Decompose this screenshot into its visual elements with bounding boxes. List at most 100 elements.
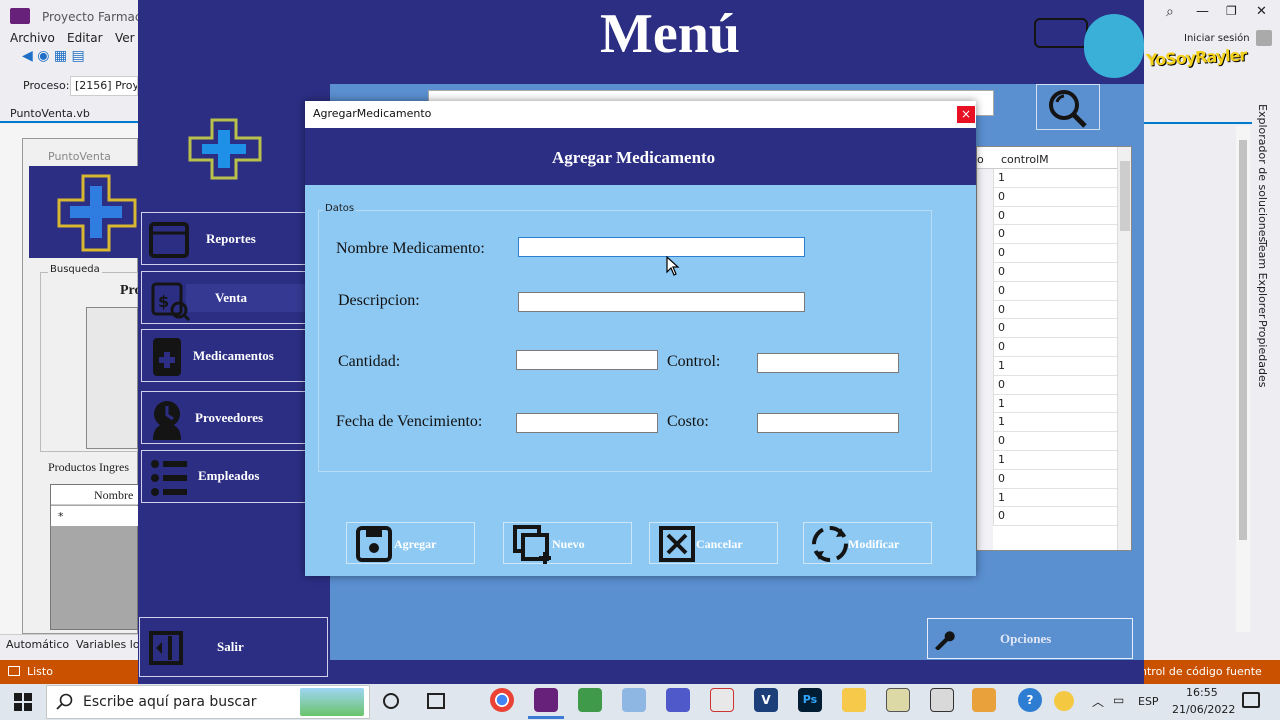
process-label: Proceso:: [23, 79, 70, 92]
grid-cell[interactable]: 0: [994, 282, 1117, 301]
control-field[interactable]: [757, 353, 899, 373]
vs-menu-archivo[interactable]: Archivo: [10, 31, 55, 45]
grid-scroll-thumb[interactable]: [1120, 161, 1130, 231]
app-icon[interactable]: [578, 688, 602, 712]
grid-cell[interactable]: 0: [994, 507, 1117, 527]
grid-cell[interactable]: 1: [994, 395, 1117, 414]
app-icon[interactable]: [710, 688, 734, 712]
app-icon[interactable]: [622, 688, 646, 712]
nombre-medicamento-field[interactable]: [518, 237, 805, 257]
data-grid[interactable]: o controlM 1000000000101101010: [976, 146, 1132, 551]
sale-icon: $: [151, 282, 191, 322]
app-icon[interactable]: [972, 688, 996, 712]
clock-time[interactable]: 16:55: [1186, 686, 1218, 699]
cortana-icon[interactable]: [383, 693, 399, 709]
restore-icon[interactable]: ❐: [1226, 4, 1237, 18]
user-icon[interactable]: [1256, 30, 1272, 46]
file-tab-underline: [0, 121, 138, 123]
cantidad-field[interactable]: [516, 350, 658, 370]
dialog-window-title: AgregarMedicamento: [313, 107, 432, 120]
task-view-icon[interactable]: [427, 693, 445, 709]
costo-label: Costo:: [667, 413, 709, 430]
grid-cell[interactable]: 1: [994, 451, 1117, 470]
descripcion-field[interactable]: [518, 292, 805, 312]
grid-cell[interactable]: 1: [994, 357, 1117, 376]
grid-cell[interactable]: 1: [994, 169, 1117, 188]
tab-variables-locales[interactable]: Variables loc: [76, 638, 138, 651]
grid-cell[interactable]: 0: [994, 432, 1117, 451]
grid-header-row: o controlM: [977, 147, 1131, 169]
help-icon[interactable]: ?: [1018, 688, 1042, 712]
app-icon[interactable]: [886, 688, 910, 712]
tray-chevron-icon[interactable]: ︿: [1092, 693, 1104, 710]
properties-tab[interactable]: Propiedades: [1256, 320, 1269, 387]
cancelar-label: Cancelar: [696, 537, 743, 551]
grid-col-header[interactable]: o: [977, 153, 984, 166]
grid-col-header[interactable]: controlM: [1001, 153, 1049, 166]
employees-icon: [151, 460, 187, 496]
grid-cell[interactable]: 0: [994, 376, 1117, 395]
menu-title: Menú: [600, 3, 740, 65]
weather-icon[interactable]: [1054, 691, 1074, 711]
options-label: Opciones: [1000, 631, 1052, 646]
app-logo-cross-icon: [188, 118, 262, 180]
tray-icon[interactable]: ▭: [1113, 693, 1124, 707]
grid-cell[interactable]: 0: [994, 470, 1117, 489]
tab-automatico[interactable]: Automático: [6, 638, 69, 651]
datos-group-label: Datos: [323, 203, 357, 214]
file-tab[interactable]: PuntoVenta.vb: [10, 107, 90, 120]
search-highlight-icon: [300, 688, 364, 716]
grid-scrollbar[interactable]: [1117, 147, 1131, 550]
sidebar-item-label: Empleados: [198, 468, 260, 483]
vs-menu-editar[interactable]: Editar: [67, 31, 103, 45]
taskbar-search-icon: [56, 693, 73, 710]
vs-logo-icon: [10, 8, 30, 24]
fecha-vencimiento-field[interactable]: [516, 413, 658, 433]
grid-cell[interactable]: 0: [994, 207, 1117, 226]
save-icon: [356, 526, 392, 562]
dialog-header: Agregar Medicamento: [552, 148, 716, 167]
search-icon[interactable]: ⌕: [1166, 4, 1174, 20]
grid-cell[interactable]: 0: [994, 225, 1117, 245]
team-explorer-tab[interactable]: Team Explorer: [1256, 240, 1269, 318]
clock-date[interactable]: 21/06/2022: [1172, 703, 1235, 716]
file-explorer-icon[interactable]: [842, 688, 866, 712]
grid-cell[interactable]: 0: [994, 263, 1117, 282]
designer-productos: Productos Ingres: [48, 460, 129, 474]
vs-menu-ver[interactable]: Ver: [115, 31, 135, 45]
grid-cell[interactable]: 1: [994, 489, 1117, 508]
hamburger-button[interactable]: [1034, 18, 1088, 48]
sign-in[interactable]: Iniciar sesión: [1184, 33, 1250, 44]
minimize-icon[interactable]: —: [1196, 4, 1209, 19]
reports-icon: [149, 222, 189, 258]
grid-cell[interactable]: 0: [994, 188, 1117, 207]
solution-explorer-tab[interactable]: Explorador de soluciones: [1256, 104, 1269, 242]
sidebar-item-label: Medicamentos: [193, 348, 274, 363]
teams-icon[interactable]: [666, 688, 690, 712]
source-control-status[interactable]: ntrol de código fuente: [1140, 665, 1262, 678]
vs-close-icon[interactable]: ✕: [1256, 4, 1267, 19]
fecha-vencimiento-label: Fecha de Vencimiento:: [336, 413, 483, 430]
visual-studio-icon[interactable]: [534, 688, 558, 712]
vegas-icon[interactable]: V: [754, 688, 778, 712]
designer-box: [86, 307, 138, 449]
process-select[interactable]: [2156] Proyec: [70, 76, 138, 96]
language-indicator[interactable]: ESP: [1138, 695, 1159, 708]
grid-cell[interactable]: 0: [994, 244, 1117, 263]
windows-start-icon[interactable]: [14, 693, 32, 711]
designer-col: Nombre: [94, 488, 134, 502]
photoshop-icon[interactable]: Ps: [798, 688, 822, 712]
descripcion-label: Descripcion:: [338, 292, 420, 309]
chrome-icon[interactable]: [490, 688, 514, 712]
notifications-icon[interactable]: [1242, 692, 1260, 708]
grid-cell[interactable]: 1: [994, 413, 1117, 433]
grid-cell[interactable]: 0: [994, 338, 1117, 357]
grid-cell[interactable]: 0: [994, 319, 1117, 339]
vs-scroll-thumb[interactable]: [1239, 140, 1247, 540]
dialog-close-button[interactable]: ×: [957, 106, 975, 123]
designer-busqueda: Busqueda: [48, 264, 102, 275]
app-icon[interactable]: [930, 688, 954, 712]
grid-cell[interactable]: 0: [994, 301, 1117, 320]
sidebar-item-label: Proveedores: [195, 410, 264, 425]
costo-field[interactable]: [757, 413, 899, 433]
